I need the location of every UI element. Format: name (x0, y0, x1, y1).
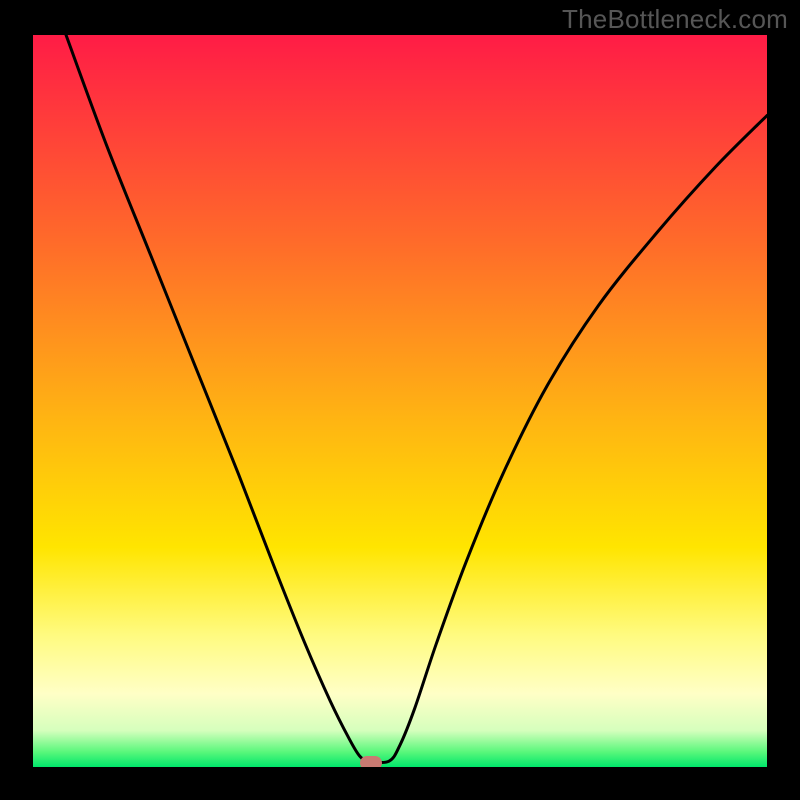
chart-container: TheBottleneck.com (0, 0, 800, 800)
bottleneck-curve-svg (33, 35, 767, 767)
watermark-text: TheBottleneck.com (562, 4, 788, 35)
min-marker (360, 756, 382, 767)
plot-area (33, 35, 767, 767)
bottleneck-curve (66, 35, 767, 763)
